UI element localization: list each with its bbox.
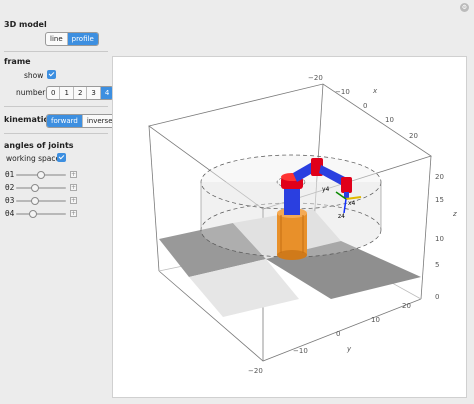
- kinematics-option-forward[interactable]: forward: [47, 115, 82, 127]
- frame-number-selector: 0 1 2 3 4: [46, 86, 115, 100]
- z-tick: 10: [435, 235, 444, 243]
- x-tick: −20: [308, 74, 323, 82]
- divider: [4, 133, 108, 134]
- x-tick: 0: [363, 102, 367, 110]
- frame-label-y4: y4: [322, 186, 330, 193]
- working-space-checkbox[interactable]: [57, 153, 66, 162]
- z-axis-label: z: [452, 210, 457, 218]
- frame-number-3[interactable]: 3: [86, 87, 99, 99]
- kinematics-toggle: forward inverse: [46, 114, 118, 128]
- frame-number-2[interactable]: 2: [72, 87, 86, 99]
- 3d-viewport[interactable]: x4 y4 z4 −20 −10 0 10 20 x 20 15 10 5 0 …: [112, 56, 467, 398]
- theta2-label: θ2: [5, 183, 15, 192]
- model-section-title: 3D model: [4, 20, 47, 29]
- divider: [4, 106, 108, 107]
- theta3-slider-thumb[interactable]: [30, 197, 39, 205]
- frame-number-0[interactable]: 0: [47, 87, 59, 99]
- frame-label-z4: z4: [338, 213, 345, 220]
- x-axis-ticks: −20 −10 0 10 20 x: [308, 74, 418, 140]
- y-tick: 10: [371, 316, 380, 324]
- z-axis-ticks: 20 15 10 5 0 z: [435, 173, 457, 301]
- y-tick: 0: [336, 330, 340, 338]
- x-tick: 10: [385, 116, 394, 124]
- control-panel: 3D model line profile frame show number …: [0, 0, 118, 404]
- end-effector: [344, 192, 349, 198]
- theta4-expand-icon[interactable]: +: [70, 210, 77, 217]
- settings-gear-icon[interactable]: ⚙: [460, 3, 469, 12]
- theta3-label: θ3: [5, 196, 15, 205]
- theta1-slider[interactable]: [16, 171, 66, 179]
- robot-3d-plot: x4 y4 z4 −20 −10 0 10 20 x 20 15 10 5 0 …: [148, 74, 457, 375]
- z-tick: 0: [435, 293, 439, 301]
- frame-section-title: frame: [4, 57, 31, 66]
- theta4-slider-thumb[interactable]: [28, 210, 37, 218]
- show-label: show: [24, 71, 44, 80]
- theta1-slider-thumb[interactable]: [37, 171, 45, 179]
- z-tick: 15: [435, 196, 444, 204]
- show-frame-checkbox[interactable]: [47, 70, 56, 79]
- working-space-label: working space: [6, 154, 61, 163]
- y-tick: 20: [402, 302, 411, 310]
- frame-number-1[interactable]: 1: [59, 87, 72, 99]
- theta4-slider[interactable]: [16, 210, 66, 218]
- theta2-slider[interactable]: [16, 184, 66, 192]
- x-tick: 20: [409, 132, 418, 140]
- y-tick: −20: [248, 367, 263, 375]
- joint-3: [341, 177, 352, 193]
- theta4-label: θ4: [5, 209, 15, 218]
- x-axis-label: x: [372, 87, 378, 95]
- theta1-label: θ1: [5, 170, 15, 179]
- x-tick: −10: [335, 88, 350, 96]
- number-label: number: [16, 88, 46, 97]
- y-tick: −10: [293, 347, 308, 355]
- model-option-profile[interactable]: profile: [66, 33, 98, 45]
- divider: [4, 51, 108, 52]
- theta1-expand-icon[interactable]: +: [70, 171, 77, 178]
- z-tick: 5: [435, 261, 439, 269]
- theta2-slider-thumb[interactable]: [30, 184, 39, 192]
- y-axis-label: y: [346, 345, 352, 353]
- model-option-line[interactable]: line: [46, 33, 67, 45]
- frame-label-x4: x4: [348, 200, 356, 207]
- z-tick: 20: [435, 173, 444, 181]
- theta2-expand-icon[interactable]: +: [70, 184, 77, 191]
- model-toggle: line profile: [45, 32, 99, 46]
- theta3-expand-icon[interactable]: +: [70, 197, 77, 204]
- theta3-slider[interactable]: [16, 197, 66, 205]
- joints-section-title: angles of joints: [4, 141, 74, 150]
